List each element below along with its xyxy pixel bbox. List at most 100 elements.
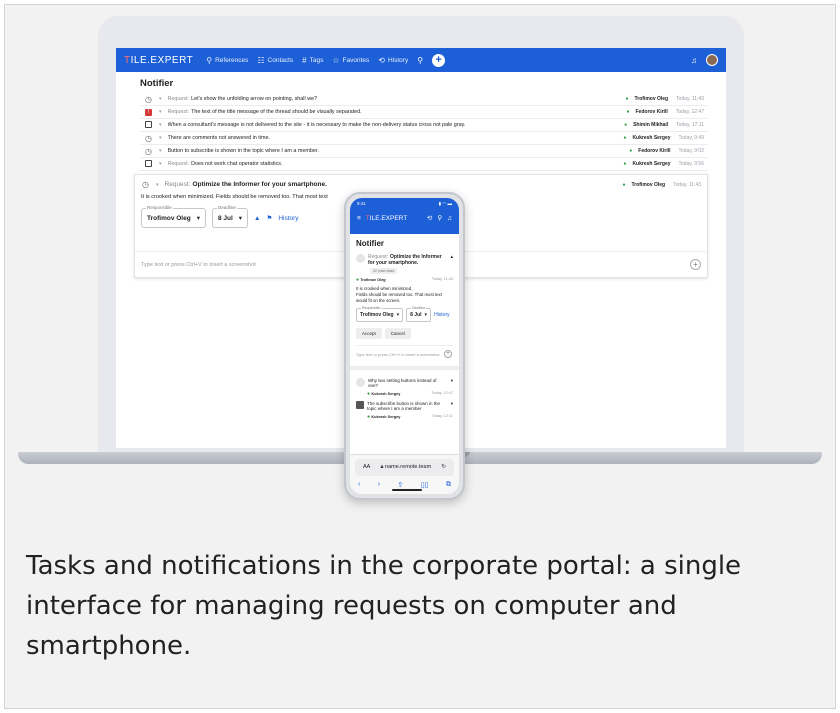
bell-icon[interactable]: ♫	[447, 215, 452, 222]
request-title[interactable]: When a consultant's message is not deliv…	[168, 122, 619, 128]
chevron-down-icon[interactable]: ▾	[156, 182, 159, 188]
hashtag-icon: #	[302, 55, 307, 65]
chevron-down-icon[interactable]: ▾	[451, 401, 453, 407]
search-icon[interactable]: ⚲	[437, 214, 442, 222]
chevron-up-icon[interactable]: ▴	[450, 254, 453, 260]
chevron-down-icon[interactable]: ▾	[159, 135, 162, 141]
request-time: Today, 11:43	[431, 277, 453, 281]
history-link[interactable]: History	[278, 215, 298, 222]
item-time: Today, 12:11	[431, 414, 453, 419]
request-time: Today, 11:43	[676, 96, 704, 102]
nav-item-tags[interactable]: # Tags	[302, 56, 323, 65]
attach-icon[interactable]: +	[690, 259, 701, 270]
deadline-select[interactable]: Deadline 8 Jul ▾	[406, 306, 432, 323]
request-owner[interactable]: Kukresh Sergey	[632, 161, 670, 167]
clock-icon: ◷	[145, 146, 152, 156]
message-placeholder: Type text or press Ctrl+V to insert a sc…	[356, 352, 440, 358]
nav-item-contacts[interactable]: ☷ Contacts	[257, 56, 293, 65]
request-owner[interactable]: Trofimov Oleg	[631, 182, 665, 188]
chevron-down-icon[interactable]: ▾	[159, 109, 162, 115]
divider	[350, 366, 459, 371]
request-owner[interactable]: Fedorov Kirill	[638, 148, 670, 154]
deadline-select[interactable]: Deadline 8 Jul ▾	[211, 205, 249, 228]
request-row[interactable]: ◷ ▾ Request: Let's show the unfolding arrow…	[140, 93, 708, 106]
message-input[interactable]: Type text or press Ctrl+V to insert a sc…	[356, 345, 453, 359]
status-icon: ◷	[144, 134, 153, 143]
checkbox[interactable]	[145, 120, 152, 128]
search-icon[interactable]: ⚲	[417, 56, 423, 65]
accept-button[interactable]: Accept	[356, 328, 382, 340]
share-icon[interactable]: ⇪	[398, 481, 404, 489]
thumbs-up-icon[interactable]: ▲	[254, 215, 260, 222]
tabs-icon[interactable]: ⧉	[446, 481, 451, 489]
flag-icon[interactable]: ⚑	[266, 214, 272, 222]
clock-icon: ◷	[145, 94, 152, 104]
bell-icon[interactable]: ♫	[691, 56, 697, 65]
cancel-button[interactable]: Cancel	[384, 328, 411, 340]
reload-icon[interactable]: ↻	[441, 464, 446, 471]
menu-icon[interactable]: ≡	[357, 215, 361, 222]
request-row[interactable]: ◷ ▾ There are comments not answered in tim…	[140, 132, 708, 145]
phone-logo[interactable]: TILE.EXPERT	[366, 215, 407, 222]
request-row[interactable]: ◷ ▾ Button to subscribe is shown in the to…	[140, 145, 708, 158]
request-time: Today, 12:47	[675, 109, 704, 115]
chevron-down-icon[interactable]: ▾	[451, 378, 453, 384]
responsible-select[interactable]: Responsible Trofimov Oleg ▾	[141, 205, 206, 228]
phone-screen: 9:41 ▮ ◠ ▬ ≡ TILE.EXPERT ⟲ ⚲ ♫ Notifier R…	[350, 198, 459, 494]
item-owner[interactable]: ● Kukresh Sergey	[367, 391, 400, 397]
avatar[interactable]	[706, 54, 718, 66]
history-link[interactable]: History	[434, 312, 450, 318]
document-icon	[356, 401, 364, 410]
text-size-button[interactable]: AA	[363, 464, 370, 471]
history-icon[interactable]: ⟲	[427, 214, 432, 222]
request-owner[interactable]: Trofimov Oleg	[360, 278, 386, 282]
request-owner[interactable]: Shimin Mikhail	[633, 122, 668, 128]
address-bar[interactable]: AA 🔒︎ name.remote.team ↻	[355, 459, 454, 476]
responsible-select[interactable]: Responsible Trofimov Oleg ▾	[356, 306, 404, 323]
nav-label: Tags	[309, 56, 324, 64]
phone-list-item[interactable]: The subscribe button is shown in the top…	[350, 399, 459, 422]
request-time: Today, 9:56	[678, 161, 704, 167]
request-title[interactable]: Button to subscribe is shown in the topi…	[168, 148, 624, 154]
chevron-down-icon[interactable]: ▾	[159, 161, 162, 167]
request-prefix: Request:	[167, 109, 190, 115]
attach-icon[interactable]: +	[444, 350, 452, 359]
online-dot-icon: ●	[626, 109, 630, 115]
chevron-down-icon[interactable]: ▾	[159, 96, 162, 102]
request-title[interactable]: There are comments not answered in time.	[168, 135, 618, 141]
request-owner[interactable]: Fedorov Kirill	[636, 109, 668, 115]
nav-item-references[interactable]: ⚲ References	[206, 56, 248, 65]
request-row[interactable]: ▾ Request: Does not work chat operator sta…	[140, 158, 708, 171]
add-icon[interactable]: +	[432, 53, 446, 67]
checkbox[interactable]	[145, 159, 152, 167]
request-title[interactable]: Request: The text of the title message of…	[168, 109, 621, 115]
item-owner[interactable]: ● Kukresh Sergey	[367, 414, 400, 420]
request-title[interactable]: Request: Does not work chat operator stat…	[168, 161, 618, 167]
request-title[interactable]: Request: Let's show the unfolding arrow o…	[168, 96, 620, 102]
phone-clock: 9:41	[357, 201, 366, 206]
chevron-down-icon[interactable]: ▾	[159, 122, 162, 128]
forward-icon[interactable]: ›	[378, 481, 380, 489]
main-nav: ⚲ References ☷ Contacts # Tags ☆ Favorites ⟲ Hist…	[206, 56, 408, 65]
app-header: TILE.EXPERT ⚲ References ☷ Contacts # Tags ☆ Fa…	[116, 48, 726, 72]
chevron-down-icon[interactable]: ▾	[159, 148, 162, 154]
deadline-label: Deadline	[411, 306, 427, 311]
request-title-text: There are comments not answered in time.	[167, 135, 270, 141]
phone-list-item[interactable]: Why two setting buttons instead of one? ▾…	[350, 376, 459, 399]
request-title[interactable]: Optimize the Informer for your smartphon…	[193, 181, 327, 188]
status-icon	[144, 159, 153, 169]
bookmarks-icon[interactable]: ▯▯	[421, 481, 429, 489]
request-owner[interactable]: Kukresh Sergey	[632, 135, 670, 141]
back-icon[interactable]: ‹	[358, 481, 360, 489]
responsible-label: Responsible	[361, 306, 382, 311]
nav-item-history[interactable]: ⟲ History	[378, 56, 408, 65]
request-row[interactable]: ▾ When a consultant's message is not deli…	[140, 119, 708, 132]
request-title-text: Let's show the unfolding arrow on pointi…	[191, 96, 318, 102]
status-icon: !	[144, 108, 153, 116]
request-row[interactable]: ! ▾ Request: The text of the title message …	[140, 106, 708, 119]
deadline-value: 8 Jul	[217, 214, 233, 222]
app-logo[interactable]: TILE.EXPERT	[124, 55, 193, 66]
responsible-value: Trofimov Oleg	[360, 312, 394, 319]
request-owner[interactable]: Trofimov Oleg	[634, 96, 668, 102]
nav-item-favorites[interactable]: ☆ Favorites	[332, 56, 369, 65]
